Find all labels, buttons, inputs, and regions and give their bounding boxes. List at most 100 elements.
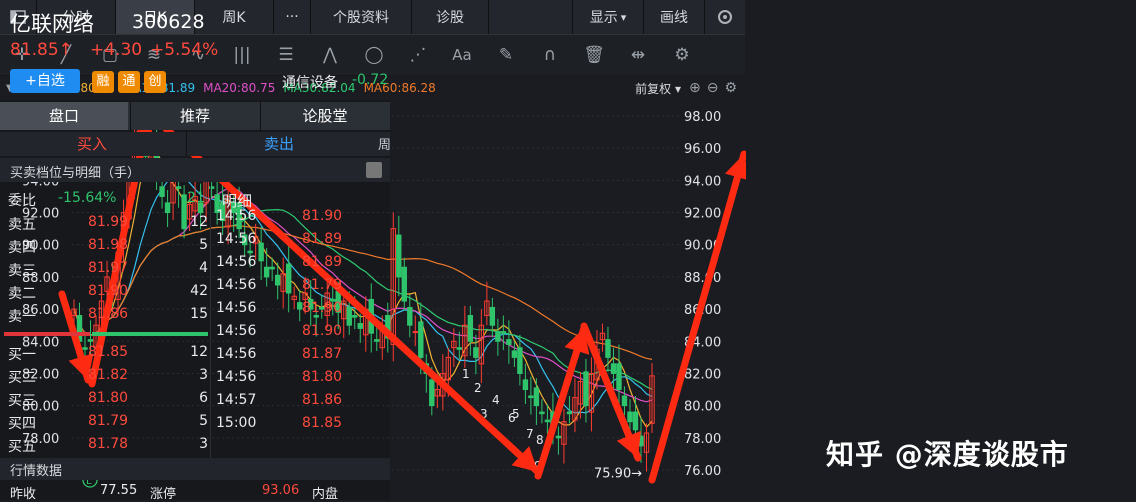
bid-level-row[interactable]: 买四 81.79 5	[8, 411, 208, 434]
price-change-pct: +5.54%	[150, 40, 219, 60]
toolbar-settings-icon[interactable]: ⚙	[660, 35, 704, 75]
trade-detail-row[interactable]: 14:56 81.79	[216, 275, 386, 298]
level-price: 81.97	[88, 260, 129, 276]
level-label: 卖三	[8, 263, 36, 279]
tab-orderbook[interactable]: 盘口	[0, 102, 128, 130]
settings-icon[interactable]	[705, 0, 745, 34]
trade-detail-row[interactable]: 14:56 81.87	[216, 344, 386, 367]
indicator-settings-icon[interactable]: ⚙	[724, 80, 737, 96]
prev-close-label: 昨收	[10, 487, 37, 502]
text-tool-icon[interactable]: Aa	[440, 35, 484, 75]
draw-line-button[interactable]: 画线	[644, 0, 705, 34]
buy-button[interactable]: 买入	[0, 132, 184, 156]
level-volume: 12	[190, 214, 208, 230]
level-volume: 4	[199, 260, 208, 276]
magnet-icon[interactable]: ∩	[528, 35, 572, 75]
candle-body	[583, 371, 589, 407]
trade-detail-row[interactable]: 14:56 81.90	[216, 206, 386, 229]
level-label: 买二	[8, 370, 36, 386]
trade-detail-row[interactable]: 14:56 81.90	[216, 321, 386, 344]
calculator-icon[interactable]	[366, 162, 382, 178]
candle-body	[473, 347, 479, 358]
level-label: 买一	[8, 347, 36, 363]
candle-body	[500, 331, 507, 334]
candle-body	[522, 379, 529, 391]
orderbook-header: 买卖档位与明细（手）	[0, 158, 390, 182]
price-line: 81.85↑ +4.30 +5.54%	[0, 38, 390, 64]
sector-name[interactable]: 通信设备	[282, 72, 338, 92]
tab-diagnose[interactable]: 诊股	[412, 0, 489, 34]
trade-price: 81.90	[302, 300, 343, 316]
candle-body	[533, 387, 540, 407]
add-indicator-icon[interactable]: ⊕	[689, 80, 701, 96]
ask-level-row[interactable]: 卖三 81.97 4	[8, 258, 208, 281]
limit-up-label: 涨停	[150, 487, 177, 502]
wave-label: 4	[492, 393, 500, 407]
sell-button[interactable]: 卖出	[186, 132, 371, 156]
y-tick-right: 94.00	[684, 174, 721, 189]
level-label: 买五	[8, 439, 36, 455]
candle-body	[418, 321, 424, 358]
level-label: 卖二	[8, 286, 36, 302]
extra-tab[interactable]: 周	[378, 134, 391, 153]
trade-price: 81.85	[302, 415, 343, 431]
ask-level-row[interactable]: 卖四 81.98 5	[8, 235, 208, 258]
y-tick-right: 78.00	[684, 432, 721, 447]
add-watchlist-button[interactable]: +自选	[10, 69, 80, 93]
trade-time: 14:56	[216, 323, 257, 339]
eraser-icon[interactable]: ✎	[484, 35, 528, 75]
sector-change: -0.72	[352, 72, 389, 88]
candle-body	[467, 315, 474, 342]
candle-body	[517, 347, 523, 374]
order-ratio-value: -21	[182, 190, 205, 206]
candle-body	[544, 419, 551, 423]
y-tick-right: 88.00	[684, 271, 721, 286]
chinext-badge: 创	[144, 71, 166, 93]
trade-time: 14:56	[216, 231, 257, 247]
trade-time: 14:56	[216, 277, 257, 293]
level-label: 卖四	[8, 240, 36, 256]
ask-strength-bar	[4, 332, 90, 336]
trash-icon[interactable]: 🗑	[572, 35, 616, 75]
trade-price: 81.86	[302, 392, 343, 408]
order-ratio-row: 委比 -15.64% -21	[8, 188, 208, 211]
candle-body	[456, 347, 463, 350]
candle-body	[528, 395, 534, 399]
level-volume: 6	[199, 390, 208, 406]
ask-level-row[interactable]: 卖一 81.86 15	[8, 304, 208, 327]
display-menu-button[interactable]: 显示 ▾	[572, 0, 644, 34]
bid-level-row[interactable]: 买五 81.78 3	[8, 434, 208, 457]
remove-indicator-icon[interactable]: ⊖	[707, 80, 719, 96]
y-tick-right: 92.00	[684, 207, 721, 222]
stock-actions: +自选 融通创 通信设备 -0.72	[0, 68, 390, 94]
bid-level-row[interactable]: 买二 81.82 3	[8, 365, 208, 388]
candle-body	[506, 339, 512, 345]
trade-detail-row[interactable]: 14:57 81.86	[216, 390, 386, 413]
ask-level-row[interactable]: 卖五 81.99 12	[8, 212, 208, 235]
bid-level-row[interactable]: 买一 81.85 12	[8, 342, 208, 365]
candle-body	[401, 266, 407, 302]
stock-name: 亿联网络	[10, 12, 94, 36]
orderbook-title: 买卖档位与明细（手）	[10, 166, 141, 181]
inner-volume-label: 内盘	[312, 487, 339, 502]
trade-detail-row[interactable]: 14:56 81.90	[216, 298, 386, 321]
trade-detail-row[interactable]: 14:56 81.80	[216, 367, 386, 390]
level-price: 81.98	[88, 237, 129, 253]
gann-fan-icon[interactable]: ⋰	[396, 35, 440, 75]
ask-level-row[interactable]: 卖二 81.90 42	[8, 281, 208, 304]
trade-detail-row[interactable]: 14:56 81.89	[216, 229, 386, 252]
stock-header: 亿联网络 300628	[0, 4, 390, 36]
adjust-mode-button[interactable]: 前复权 ▾	[635, 80, 681, 97]
level-price: 81.79	[88, 413, 129, 429]
connect-badge: 通	[118, 71, 140, 93]
level-volume: 5	[199, 237, 208, 253]
tab-forum[interactable]: 论股堂	[260, 102, 389, 130]
limit-up-value: 93.06	[262, 483, 300, 498]
candle-body	[621, 395, 628, 407]
trade-detail-row[interactable]: 15:00 81.85	[216, 413, 386, 436]
bid-level-row[interactable]: 买三 81.80 6	[8, 388, 208, 411]
tab-recommend[interactable]: 推荐	[130, 102, 259, 130]
last-price: 81.85↑	[10, 40, 73, 60]
trade-detail-row[interactable]: 14:56 81.89	[216, 252, 386, 275]
resize-horizontal-icon[interactable]: ⇹	[616, 35, 660, 75]
